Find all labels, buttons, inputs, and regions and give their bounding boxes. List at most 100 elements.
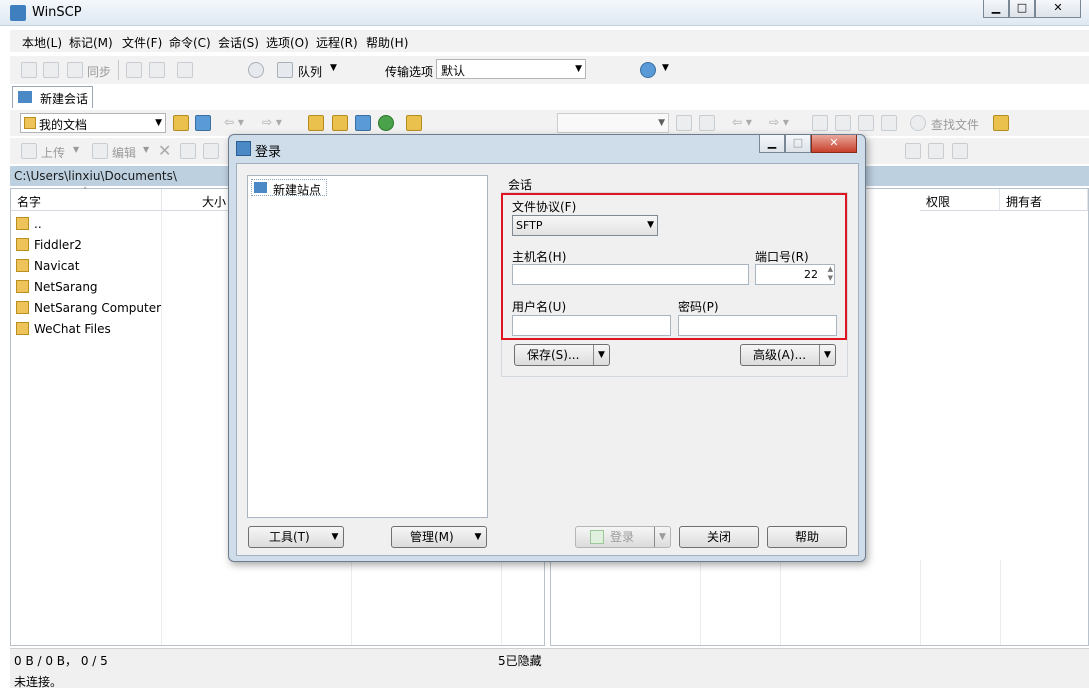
collapse-icon[interactable] [928, 143, 944, 159]
chevron-down-icon: ▼ [155, 118, 162, 128]
queue-button[interactable]: 队列 [298, 63, 322, 80]
remote-open-folder-icon[interactable] [676, 115, 692, 131]
column-header-size[interactable]: 大小 [162, 189, 232, 211]
host-name-input[interactable] [512, 264, 749, 285]
remote-refresh-icon[interactable] [881, 115, 897, 131]
chevron-down-icon[interactable]: ▼ [143, 145, 149, 154]
remote-tree-icon[interactable] [993, 115, 1009, 131]
remote-home-icon[interactable] [858, 115, 874, 131]
remote-back-arrow-icon[interactable]: ⇦ ▾ [732, 115, 752, 129]
menu-options[interactable]: 选项(O) [266, 34, 309, 51]
remote-filter-icon[interactable] [699, 115, 715, 131]
column-divider [351, 560, 352, 645]
column-header-name[interactable]: 名字 ˄ [11, 187, 162, 211]
remote-parent-dir-icon[interactable] [812, 115, 828, 131]
list-item[interactable]: NetSarang Computer [11, 298, 161, 319]
find-files-button[interactable]: 查找文件 [931, 116, 979, 133]
tree-item-new-site[interactable]: 新建站点 [251, 179, 327, 197]
manage-button[interactable]: 管理(M) ▼ [391, 526, 487, 548]
close-button[interactable]: 关闭 [679, 526, 759, 548]
back-arrow-icon[interactable]: ⇦ ▾ [224, 115, 244, 129]
root-dir-icon[interactable] [332, 115, 348, 131]
minimize-button[interactable]: ▁ [983, 0, 1009, 18]
spin-arrows-icon[interactable]: ▲ ▼ [828, 265, 833, 283]
terminal-icon[interactable] [177, 62, 193, 78]
tools-button[interactable]: 工具(T) ▼ [248, 526, 344, 548]
putty-icon[interactable] [149, 62, 165, 78]
menu-remote[interactable]: 远程(R) [316, 34, 358, 51]
column-header-permissions[interactable]: 权限 [920, 189, 1000, 211]
maximize-button[interactable]: □ [1009, 0, 1035, 18]
protocol-select[interactable]: SFTP ▼ [512, 215, 658, 236]
compare-icon[interactable] [21, 62, 37, 78]
chevron-down-icon[interactable]: ▼ [593, 345, 609, 365]
dialog-maximize-button[interactable]: □ [785, 135, 811, 153]
list-item[interactable]: Fiddler2 [11, 235, 161, 256]
properties-icon[interactable] [203, 143, 219, 159]
menu-commands[interactable]: 命令(C) [169, 34, 211, 51]
list-item[interactable]: .. [11, 214, 161, 235]
edit-icon[interactable] [92, 143, 108, 159]
chevron-down-icon[interactable]: ▼ [819, 345, 835, 365]
parent-folder-icon [16, 217, 29, 230]
preferences-gear-icon[interactable] [248, 62, 264, 78]
upload-icon[interactable] [21, 143, 37, 159]
login-dialog: 登录 ▁ □ ✕ 新建站点 会话 文件协议(F) SFTP ▼ 主机名(H) 端… [228, 134, 866, 562]
protocol-label: 文件协议(F) [512, 200, 577, 214]
chevron-down-icon[interactable]: ▼ [330, 63, 337, 73]
password-input[interactable] [678, 315, 837, 336]
sync-browse-icon[interactable] [43, 62, 59, 78]
help-button[interactable]: 帮助 [767, 526, 847, 548]
tab-new-session[interactable]: 新建会话 [12, 86, 93, 108]
local-path: C:\Users\linxiu\Documents\ [14, 169, 177, 183]
expand-icon[interactable] [905, 143, 921, 159]
list-item[interactable]: WeChat Files [11, 319, 161, 340]
remote-root-dir-icon[interactable] [835, 115, 851, 131]
open-folder-icon[interactable] [173, 115, 189, 131]
chevron-down-icon[interactable]: ▼ [73, 145, 79, 154]
find-files-icon[interactable] [910, 115, 926, 131]
list-item[interactable]: NetSarang [11, 277, 161, 298]
chevron-down-icon[interactable]: ▼ [662, 63, 669, 73]
transfer-settings-select[interactable]: 默认 ▼ [436, 59, 586, 79]
sync-icon[interactable] [67, 62, 83, 78]
port-value: 22 [804, 268, 818, 281]
filter-icon[interactable] [195, 115, 211, 131]
login-button[interactable]: 登录 ▼ [575, 526, 671, 548]
list-item[interactable]: Navicat [11, 256, 161, 277]
session-group-label: 会话 [508, 178, 533, 192]
remote-forward-arrow-icon[interactable]: ⇨ ▾ [769, 115, 789, 129]
delete-icon[interactable]: ✕ [158, 141, 171, 160]
site-tree[interactable]: 新建站点 [247, 175, 488, 518]
remote-location-select[interactable]: ▼ [557, 113, 669, 133]
home-icon[interactable] [355, 115, 371, 131]
tree-icon[interactable] [406, 115, 422, 131]
refresh-icon[interactable] [378, 115, 394, 131]
menu-file[interactable]: 文件(F) [122, 34, 162, 51]
edit-button[interactable]: 编辑 [112, 144, 136, 161]
parent-dir-icon[interactable] [308, 115, 324, 131]
menu-mark[interactable]: 标记(M) [69, 34, 113, 51]
sync-button[interactable]: 同步 [87, 63, 111, 80]
menu-session[interactable]: 会话(S) [218, 34, 259, 51]
save-button[interactable]: 保存(S)... ▼ [514, 344, 610, 366]
queue-icon[interactable] [277, 62, 293, 78]
local-location-select[interactable]: 我的文档 ▼ [20, 113, 166, 133]
advanced-button[interactable]: 高级(A)... ▼ [740, 344, 836, 366]
username-input[interactable] [512, 315, 671, 336]
menu-local[interactable]: 本地(L) [22, 34, 62, 51]
funnel-icon[interactable] [952, 143, 968, 159]
console-icon[interactable] [126, 62, 142, 78]
dialog-close-button[interactable]: ✕ [811, 135, 857, 153]
port-stepper[interactable]: 22 ▲ ▼ [755, 264, 835, 285]
close-window-button[interactable]: ✕ [1035, 0, 1081, 18]
forward-arrow-icon[interactable]: ⇨ ▾ [262, 115, 282, 129]
menu-help[interactable]: 帮助(H) [366, 34, 408, 51]
dialog-minimize-button[interactable]: ▁ [759, 135, 785, 153]
upload-button[interactable]: 上传 [41, 144, 65, 161]
column-header-owner[interactable]: 拥有者 [1000, 189, 1088, 211]
globe-icon[interactable] [640, 62, 656, 78]
login-dialog-icon [236, 141, 251, 156]
port-label: 端口号(R) [755, 250, 809, 264]
rename-icon[interactable] [180, 143, 196, 159]
